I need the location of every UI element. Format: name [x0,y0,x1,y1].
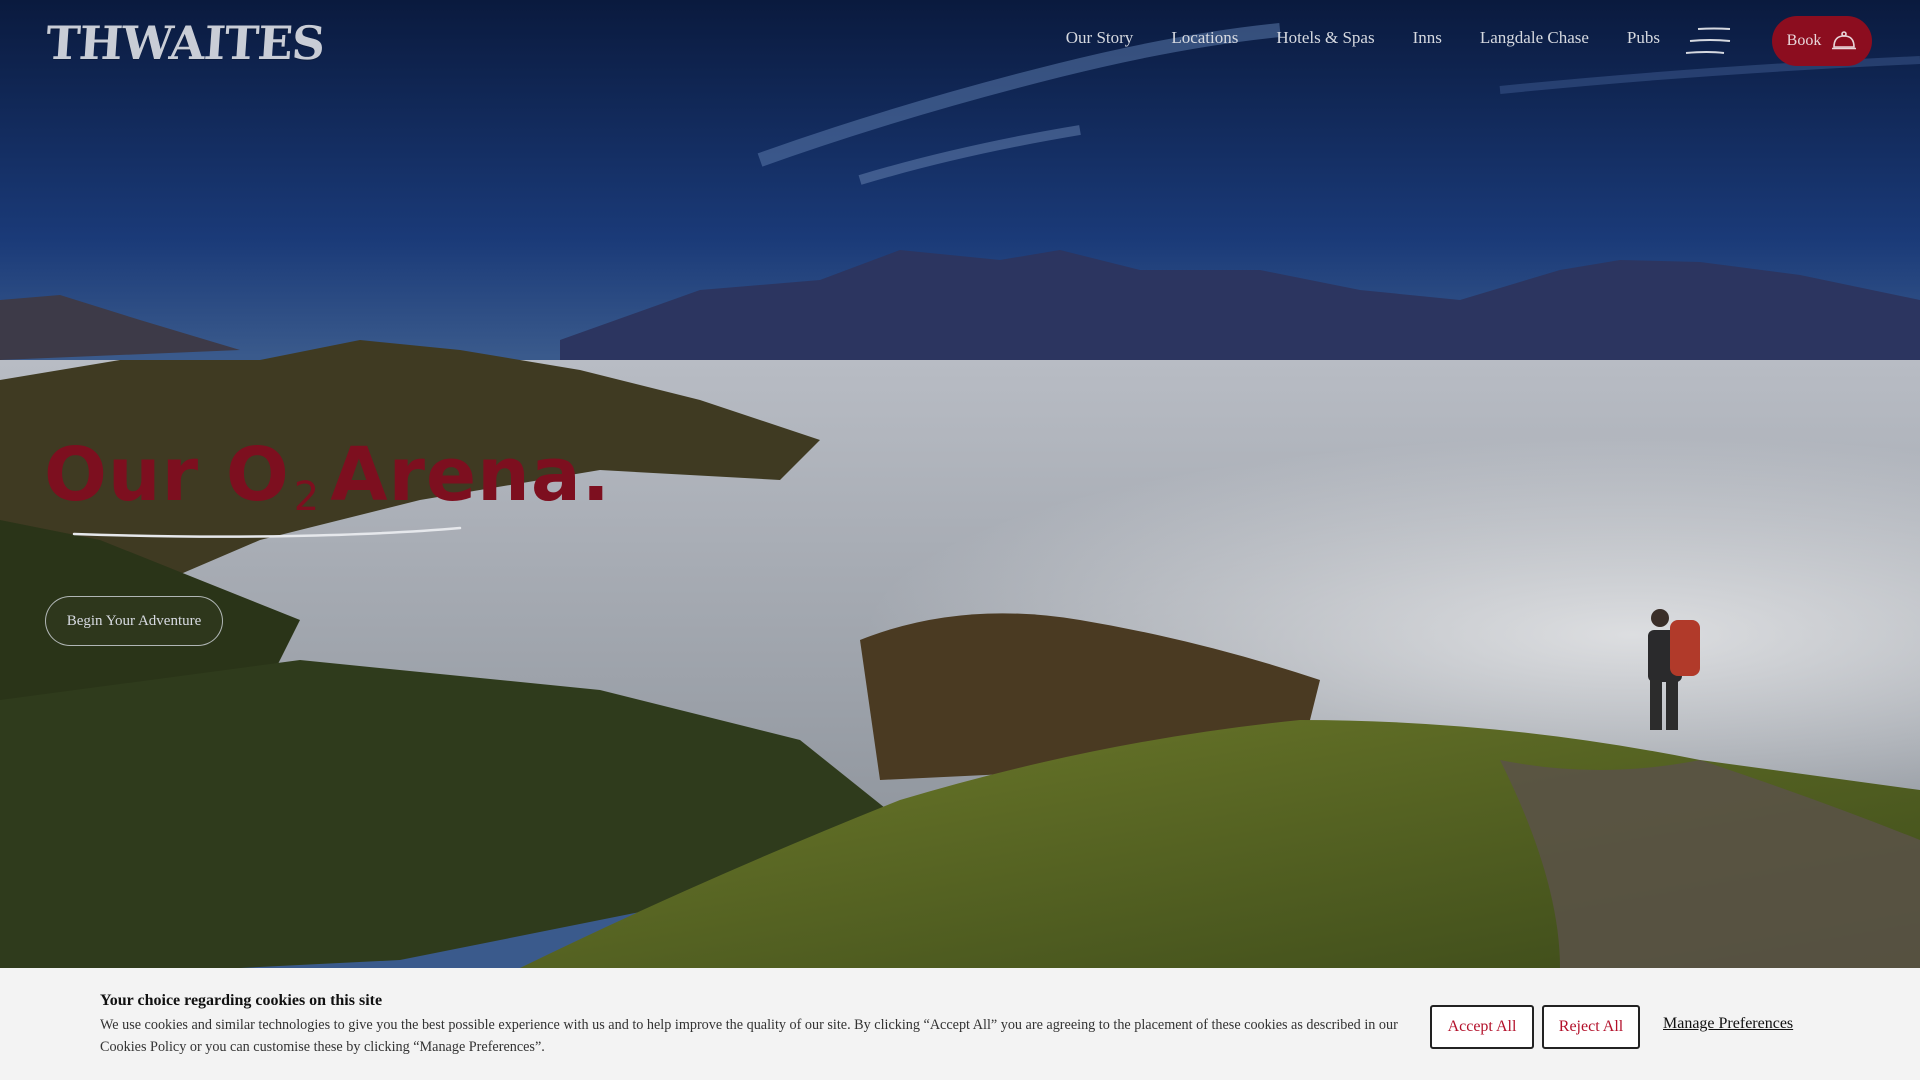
begin-adventure-button[interactable]: Begin Your Adventure [45,596,223,646]
headline-underline-swoosh [72,526,462,538]
main-nav: Our Story Locations Hotels & Spas Inns L… [1066,28,1660,48]
thwaites-logo[interactable]: THWAITES [44,16,326,70]
menu-button[interactable] [1684,26,1732,56]
manage-preferences-link[interactable]: Manage Preferences [1663,1015,1793,1033]
nav-langdale-chase[interactable]: Langdale Chase [1480,28,1589,48]
service-bell-icon [1832,31,1857,50]
nav-inns[interactable]: Inns [1413,28,1442,48]
nav-our-story[interactable]: Our Story [1066,28,1134,48]
cookie-banner: Your choice regarding cookies on this si… [0,968,1920,1080]
nav-pubs[interactable]: Pubs [1627,28,1660,48]
nav-hotels-spas[interactable]: Hotels & Spas [1276,28,1374,48]
hamburger-icon [1685,27,1731,54]
reject-all-button[interactable]: Reject All [1542,1005,1640,1049]
cookie-title: Your choice regarding cookies on this si… [100,992,383,1009]
headline-part-2: Arena. [330,432,611,518]
book-label: Book [1786,32,1822,49]
headline-subscript: 2 [293,474,321,520]
hero-headline: Our O 2 Arena. [44,432,611,520]
nav-locations[interactable]: Locations [1171,28,1238,48]
accept-all-button[interactable]: Accept All [1430,1005,1534,1049]
headline-part-1: Our O [44,432,290,518]
book-button[interactable]: Book [1772,16,1872,66]
cookie-description: We use cookies and similar technologies … [100,1017,1398,1055]
